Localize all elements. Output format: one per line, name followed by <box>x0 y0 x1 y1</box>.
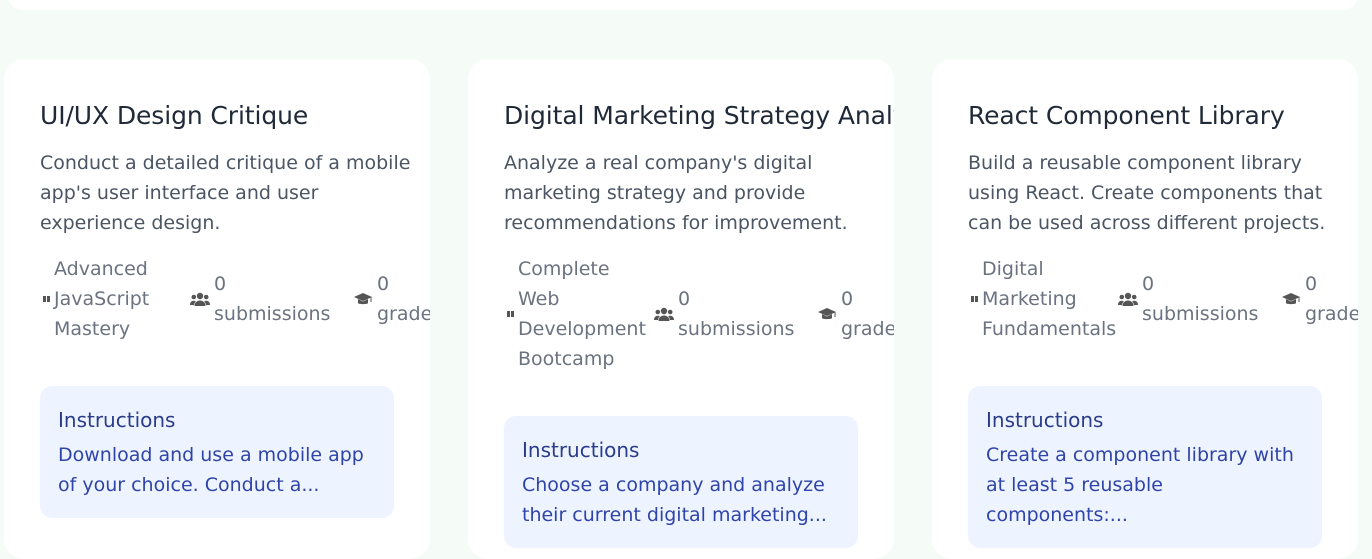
top-panel <box>8 0 1358 10</box>
card-meta: Complete Web Development Bootcamp 0 submi… <box>504 254 894 374</box>
card-description: Conduct a detailed critique of a mobile … <box>40 152 411 234</box>
card-meta: Advanced JavaScript Mastery 0 submissions… <box>40 254 430 344</box>
card-meta: Digital Marketing Fundamentals 0 submissi… <box>968 254 1358 344</box>
submissions-count: 0 <box>678 288 691 310</box>
instructions-text: Download and use a mobile app of your ch… <box>58 444 364 496</box>
course-info: Digital Marketing Fundamentals <box>968 254 1117 344</box>
course-info: Complete Web Development Bootcamp <box>504 254 646 374</box>
instructions-box: Instructions Choose a company and analyz… <box>504 416 858 548</box>
instructions-text: Choose a company and analyze their curre… <box>522 474 827 526</box>
card-description: Analyze a real company's digital marketi… <box>504 152 848 234</box>
graduation-cap-icon <box>1280 292 1302 306</box>
course-name: Digital Marketing Fundamentals <box>982 258 1117 340</box>
graded-count: 0 <box>377 273 390 295</box>
graduation-cap-icon <box>816 307 838 321</box>
card-title[interactable]: UI/UX Design Critique <box>40 101 430 130</box>
graded-count: 0 <box>1305 273 1318 295</box>
users-icon <box>1116 292 1140 306</box>
graduation-cap-icon <box>352 292 374 306</box>
submissions-label: submissions <box>214 303 331 325</box>
graded-label: graded <box>1305 303 1358 325</box>
assignment-card[interactable]: UI/UX Design Critique Conduct a detailed… <box>4 59 430 559</box>
users-icon <box>188 292 212 306</box>
book-icon <box>968 295 982 303</box>
course-name: Complete Web Development Bootcamp <box>518 258 646 370</box>
instructions-label: Instructions <box>986 408 1104 432</box>
submissions-info: 0 submissions <box>1100 269 1258 329</box>
graded-label: graded <box>841 318 894 340</box>
graded-info: 0 graded <box>1258 269 1358 329</box>
instructions-text: Create a component library with at least… <box>986 444 1294 526</box>
submissions-label: submissions <box>678 318 795 340</box>
graded-count: 0 <box>841 288 854 310</box>
users-icon <box>652 307 676 321</box>
instructions-label: Instructions <box>522 438 640 462</box>
instructions-box: Instructions Create a component library … <box>968 386 1322 548</box>
instructions-box: Instructions Download and use a mobile a… <box>40 386 394 518</box>
assignment-card[interactable]: React Component Library Build a reusable… <box>932 59 1358 559</box>
book-icon <box>40 295 54 303</box>
submissions-label: submissions <box>1142 303 1259 325</box>
instructions-label: Instructions <box>58 408 176 432</box>
course-info: Advanced JavaScript Mastery <box>40 254 172 344</box>
submissions-count: 0 <box>1142 273 1155 295</box>
card-title[interactable]: React Component Library <box>968 101 1358 130</box>
book-icon <box>504 310 518 318</box>
submissions-info: 0 submissions <box>172 269 330 329</box>
card-description: Build a reusable component library using… <box>968 152 1326 234</box>
graded-info: 0 graded <box>794 284 894 344</box>
graded-info: 0 graded <box>330 269 430 329</box>
graded-label: graded <box>377 303 430 325</box>
submissions-info: 0 submissions <box>636 284 794 344</box>
card-title[interactable]: Digital Marketing Strategy Analysis <box>504 101 894 130</box>
assignment-card[interactable]: Digital Marketing Strategy Analysis Anal… <box>468 59 894 559</box>
submissions-count: 0 <box>214 273 227 295</box>
course-name: Advanced JavaScript Mastery <box>54 258 150 340</box>
